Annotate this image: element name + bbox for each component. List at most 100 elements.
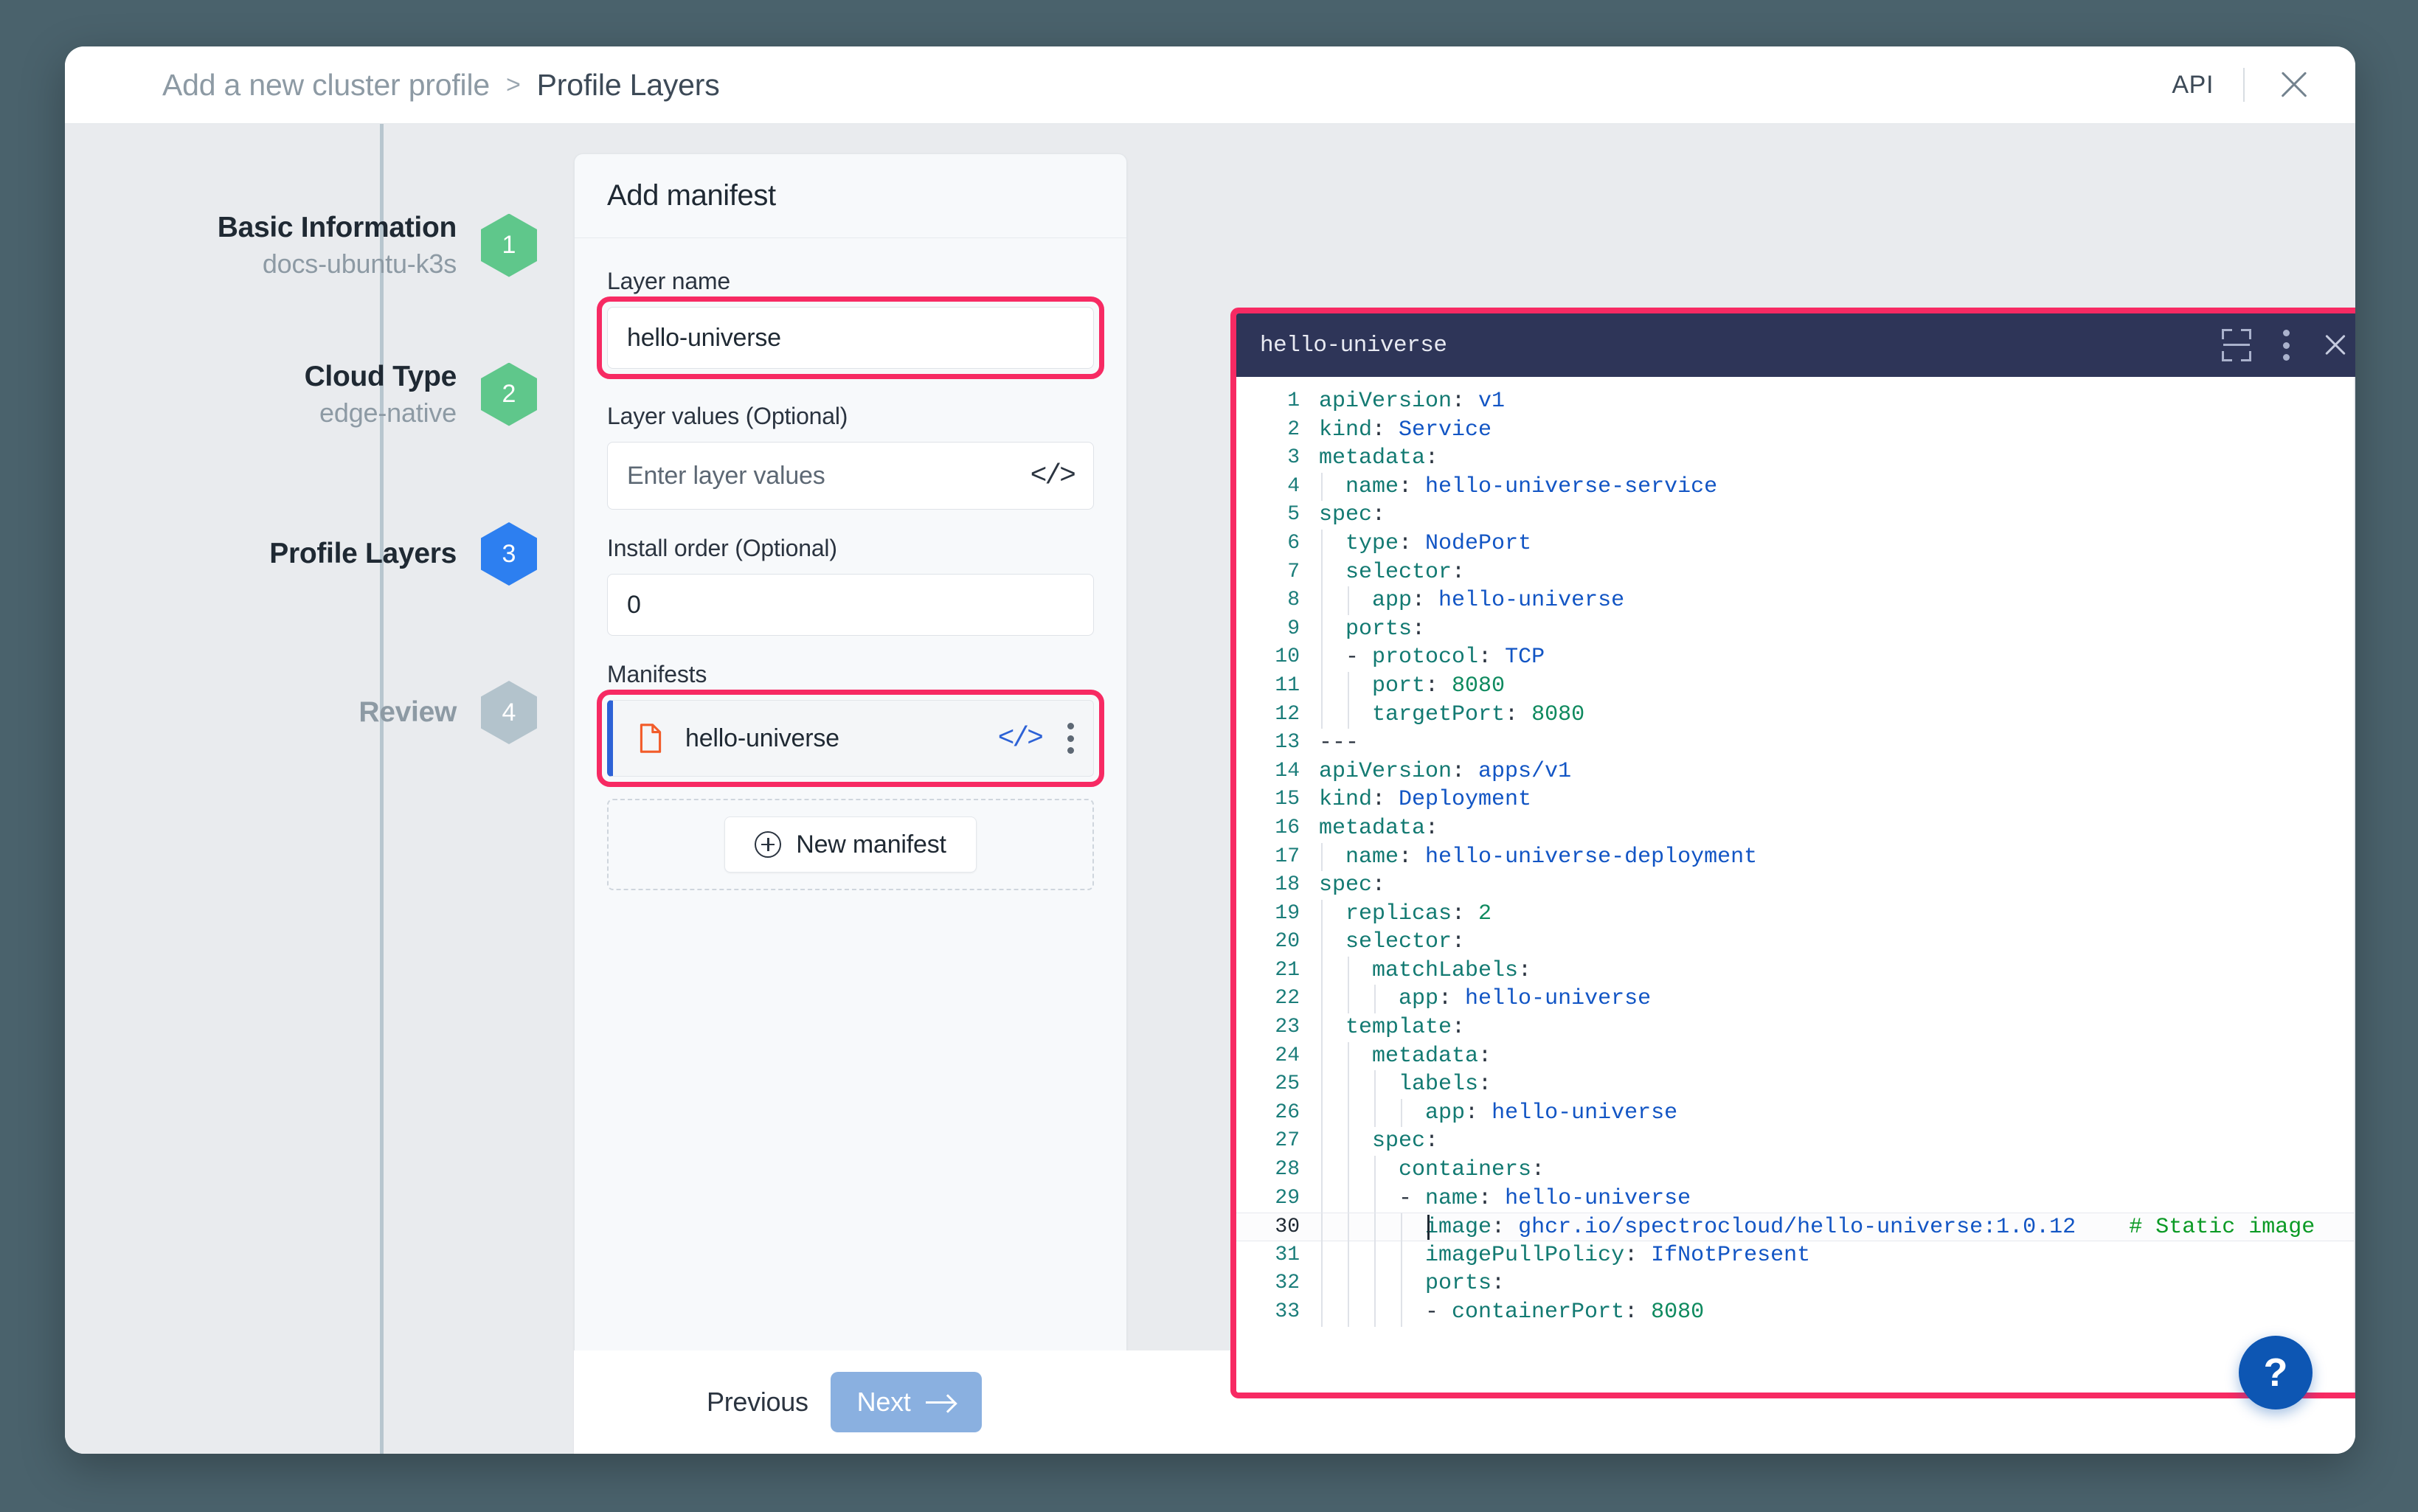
arrow-right-icon xyxy=(925,1394,955,1410)
close-icon[interactable] xyxy=(2321,330,2350,360)
indent-guide xyxy=(1401,1098,1402,1128)
layer-values-field-group: Layer values (Optional) Enter layer valu… xyxy=(607,403,1094,510)
line-content: matchLabels: xyxy=(1319,956,2355,985)
line-number: 24 xyxy=(1275,1044,1300,1067)
code-line: 20 selector: xyxy=(1236,928,2355,957)
wizard-stepper: Basic Information docs-ubuntu-k3s 1 Clou… xyxy=(65,124,537,1454)
indent-guide xyxy=(1374,1156,1376,1185)
indent-guide xyxy=(1348,1213,1349,1242)
help-button[interactable]: ? xyxy=(2239,1336,2313,1409)
layer-values-label: Layer values (Optional) xyxy=(607,403,848,429)
code-token: : xyxy=(1372,873,1386,898)
code-token: - xyxy=(1319,1185,1426,1211)
text-cursor xyxy=(1427,1215,1430,1241)
line-content: kind: Deployment xyxy=(1319,786,2355,814)
indent-guide xyxy=(1321,842,1323,872)
line-number: 20 xyxy=(1275,930,1300,954)
kebab-menu-icon[interactable] xyxy=(2282,330,2290,361)
kebab-menu-icon[interactable] xyxy=(1067,723,1074,754)
code-lines[interactable]: 1 apiVersion: v1 2 kind: Service 3 metadata: 4… xyxy=(1236,387,2355,1327)
code-token: containerPort xyxy=(1452,1300,1625,1325)
indent-guide xyxy=(1321,1298,1323,1327)
code-token: : xyxy=(1425,673,1452,698)
code-token: IfNotPresent xyxy=(1651,1242,1811,1268)
code-token: : xyxy=(1518,957,1532,983)
step-title: Cloud Type xyxy=(304,361,457,392)
breadcrumb: Add a new cluster profile > Profile Laye… xyxy=(162,68,720,103)
sidebar-item-review[interactable]: Review 4 xyxy=(65,681,537,744)
code-line: 23 template: xyxy=(1236,1013,2355,1042)
code-line: 10 - protocol: TCP xyxy=(1236,643,2355,672)
code-brackets-icon[interactable]: </> xyxy=(998,723,1044,755)
step-title: Review xyxy=(358,696,457,728)
sidebar-item-cloud-type[interactable]: Cloud Type edge-native 2 xyxy=(65,360,537,429)
code-line: 31 imagePullPolicy: IfNotPresent xyxy=(1236,1241,2355,1270)
panel-body: Layer name hello-universe Layer values (… xyxy=(575,238,1126,1356)
code-token: app xyxy=(1319,1100,1466,1126)
code-token: apps/v1 xyxy=(1478,758,1572,784)
layer-name-input[interactable]: hello-universe xyxy=(607,307,1094,369)
code-token: hello-universe xyxy=(1438,588,1625,614)
code-line: 24 metadata: xyxy=(1236,1041,2355,1071)
code-token: matchLabels xyxy=(1319,957,1519,983)
code-line: 28 containers: xyxy=(1236,1156,2355,1185)
sidebar-item-basic-information[interactable]: Basic Information docs-ubuntu-k3s 1 xyxy=(65,211,537,280)
code-token: targetPort xyxy=(1319,701,1506,727)
install-order-value: 0 xyxy=(627,590,641,619)
line-number: 19 xyxy=(1275,901,1300,925)
code-token: : xyxy=(1478,1043,1492,1069)
layer-values-input[interactable]: Enter layer values </> xyxy=(607,442,1094,510)
add-manifest-panel: Add manifest Layer name hello-universe L… xyxy=(574,153,1127,1454)
code-token: : xyxy=(1399,474,1426,499)
code-line: 5 spec: xyxy=(1236,501,2355,530)
wizard-content: Basic Information docs-ubuntu-k3s 1 Clou… xyxy=(65,124,2355,1454)
code-token: metadata xyxy=(1319,815,1426,841)
line-number: 17 xyxy=(1275,845,1300,868)
previous-button[interactable]: Previous xyxy=(707,1387,808,1418)
stepper-rail xyxy=(380,124,384,1454)
line-number: 11 xyxy=(1275,673,1300,697)
code-token: metadata xyxy=(1319,1043,1479,1069)
line-content: spec: xyxy=(1319,871,2355,900)
api-button[interactable]: API xyxy=(2172,71,2214,100)
editor-header-actions xyxy=(2222,329,2350,361)
code-line: 26 app: hello-universe xyxy=(1236,1098,2355,1128)
add-manifest-panel-wrapper: Add manifest Layer name hello-universe L… xyxy=(537,124,1127,1454)
code-token: : xyxy=(1399,530,1426,556)
line-number: 12 xyxy=(1275,702,1300,726)
step-subtitle: edge-native xyxy=(319,398,457,429)
line-number: 33 xyxy=(1275,1300,1300,1323)
editor-body[interactable]: 1 apiVersion: v1 2 kind: Service 3 metadata: 4… xyxy=(1236,377,2355,1393)
new-manifest-label: New manifest xyxy=(796,830,946,859)
new-manifest-button[interactable]: New manifest xyxy=(724,816,977,873)
list-item[interactable]: hello-universe </> xyxy=(607,700,1094,777)
code-token: - xyxy=(1319,1300,1452,1325)
install-order-input[interactable]: 0 xyxy=(607,574,1094,636)
line-content: - containerPort: 8080 xyxy=(1319,1298,2355,1327)
code-line: 29 - name: hello-universe xyxy=(1236,1184,2355,1213)
code-token: : xyxy=(1505,701,1532,727)
indent-guide xyxy=(1374,1241,1376,1270)
sidebar-item-profile-layers[interactable]: Profile Layers 3 xyxy=(65,522,537,586)
step-title: Profile Layers xyxy=(269,537,457,569)
code-token: : xyxy=(1425,1128,1439,1154)
indent-guide xyxy=(1348,956,1349,985)
line-number: 31 xyxy=(1275,1243,1300,1266)
line-content: metadata: xyxy=(1319,1041,2355,1071)
layer-name-value: hello-universe xyxy=(627,323,781,352)
code-token: hello-universe xyxy=(1505,1185,1691,1211)
indent-guide xyxy=(1374,1098,1376,1128)
code-token: Deployment xyxy=(1399,787,1532,813)
code-line: 4 name: hello-universe-service xyxy=(1236,472,2355,502)
code-brackets-icon[interactable]: </> xyxy=(1030,460,1076,492)
fit-screen-icon[interactable] xyxy=(2222,329,2251,361)
next-button[interactable]: Next xyxy=(830,1372,982,1432)
step-subtitle: docs-ubuntu-k3s xyxy=(262,249,457,280)
line-number: 23 xyxy=(1275,1016,1300,1039)
breadcrumb-root[interactable]: Add a new cluster profile xyxy=(162,68,490,103)
manifests-highlight: hello-universe </> xyxy=(597,690,1104,787)
line-number: 30 xyxy=(1275,1216,1300,1239)
code-token: replicas xyxy=(1319,901,1452,926)
close-icon[interactable] xyxy=(2274,65,2314,105)
line-number: 7 xyxy=(1287,560,1300,583)
